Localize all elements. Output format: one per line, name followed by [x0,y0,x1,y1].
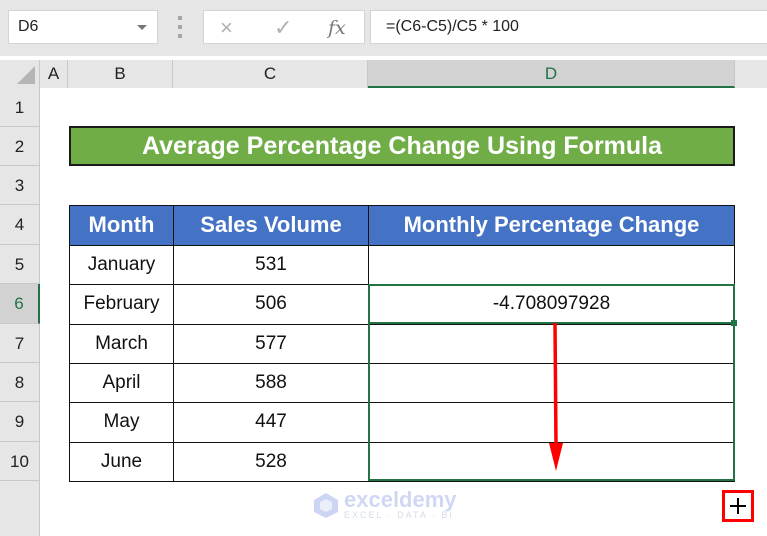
formula-buttons: × ✓ fx [203,10,365,44]
header-monthly-change[interactable]: Monthly Percentage Change [368,205,735,246]
sheet-title[interactable]: Average Percentage Change Using Formula [69,126,735,166]
chevron-down-icon[interactable] [137,25,147,30]
cell-month[interactable]: February [69,284,174,325]
cell-sales[interactable]: 531 [173,245,369,285]
exceldemy-logo-icon [314,493,338,518]
row-header-8[interactable]: 8 [0,363,40,402]
row-header-9[interactable]: 9 [0,402,40,442]
arrow-shaft [553,323,558,446]
row-header-5[interactable]: 5 [0,245,40,284]
name-box[interactable]: D6 [8,10,158,44]
cell-month[interactable]: April [69,363,174,403]
plus-vertical [737,498,739,514]
cell-sales[interactable]: 528 [173,442,369,482]
column-header-a[interactable]: A [40,60,68,88]
column-header-e[interactable] [735,60,767,88]
header-month[interactable]: Month [69,205,174,246]
row-header-filler [0,481,40,536]
cell-month[interactable]: May [69,402,174,443]
row-header-1[interactable]: 1 [0,88,40,127]
formula-bar-area: D6 × ✓ fx =(C6-C5)/C5 * 100 [0,0,767,56]
cell-sales[interactable]: 588 [173,363,369,403]
select-all-icon [17,66,35,84]
cell-change-active[interactable]: -4.708097928 [368,284,735,325]
column-header-d[interactable]: D [368,60,735,88]
cell-month[interactable]: March [69,324,174,364]
cancel-icon[interactable]: × [220,15,233,41]
select-all-button[interactable] [0,60,40,88]
autofill-plus-icon [722,490,754,522]
watermark-name: exceldemy [344,487,457,512]
column-header-c[interactable]: C [173,60,368,88]
cell-sales[interactable]: 447 [173,402,369,443]
column-header-b[interactable]: B [68,60,173,88]
insert-function-icon[interactable]: fx [328,17,346,39]
row-header-6[interactable]: 6 [0,284,40,324]
down-arrow-icon [549,323,563,471]
watermark-tagline: EXCEL · DATA · BI [344,510,454,520]
row-header-2[interactable]: 2 [0,127,40,166]
row-header-3[interactable]: 3 [0,166,40,205]
cell-month[interactable]: January [69,245,174,285]
header-sales-volume[interactable]: Sales Volume [173,205,369,246]
enter-icon[interactable]: ✓ [274,15,292,41]
grip-icon [178,16,182,38]
formula-text: =(C6-C5)/C5 * 100 [386,18,519,35]
arrow-head [549,443,563,471]
watermark: exceldemy EXCEL · DATA · BI [312,487,457,523]
cell-month[interactable]: June [69,442,174,482]
name-box-value: D6 [18,18,39,35]
formula-input[interactable]: =(C6-C5)/C5 * 100 [370,10,767,44]
row-header-7[interactable]: 7 [0,324,40,363]
cell-change[interactable] [368,245,735,285]
row-header-4[interactable]: 4 [0,205,40,245]
fill-handle[interactable] [731,320,737,326]
row-header-10[interactable]: 10 [0,442,40,481]
cell-sales[interactable]: 506 [173,284,369,325]
cell-sales[interactable]: 577 [173,324,369,364]
